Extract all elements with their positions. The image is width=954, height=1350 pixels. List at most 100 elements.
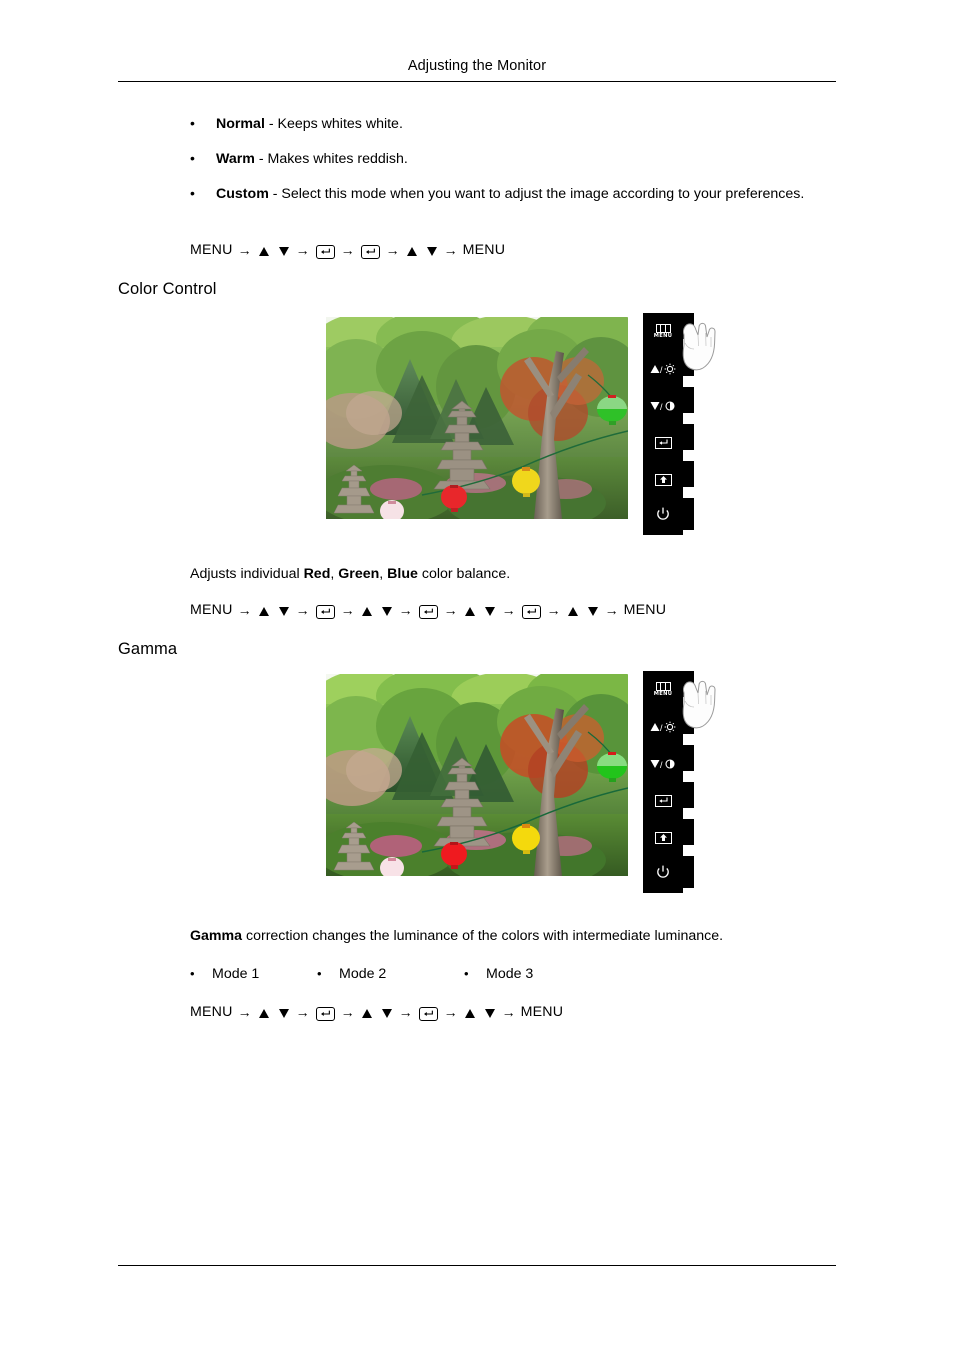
bullet-marker: • <box>464 966 469 981</box>
right-arrow-icon: → <box>398 602 413 618</box>
right-arrow-icon: → <box>398 1004 413 1020</box>
right-arrow-icon: → <box>340 602 355 618</box>
mode-label: Mode 2 <box>339 966 387 982</box>
right-arrow-icon: → <box>295 602 310 618</box>
up-triangle-icon <box>406 246 417 256</box>
down-contrast-icon: / <box>650 758 676 770</box>
menu-path-end-label: MENU <box>520 1004 564 1020</box>
bullet-content: Normal - Keeps whites white. <box>216 114 840 135</box>
bullet-marker: • <box>190 966 195 981</box>
panel-notch <box>683 745 694 771</box>
bullet-content: Warm - Makes whites reddish. <box>216 149 840 170</box>
panel-button-power[interactable] <box>643 498 683 535</box>
down-triangle-icon <box>278 1008 289 1018</box>
color-control-description: Adjusts individual Red, Green, Blue colo… <box>190 566 511 582</box>
down-triangle-icon <box>426 246 437 256</box>
panel-button-enter[interactable] <box>643 424 683 461</box>
power-icon <box>655 864 671 885</box>
garden-scene-illustration <box>326 674 628 876</box>
mode-label: Mode 1 <box>212 966 260 982</box>
gamma-mode-list: • Mode 1 • Mode 2 • Mode 3 <box>190 966 533 982</box>
right-arrow-icon: → <box>237 242 252 258</box>
header-rule <box>118 81 836 82</box>
right-arrow-icon: → <box>340 242 355 258</box>
enter-icon <box>360 245 380 259</box>
right-arrow-icon: → <box>340 1004 355 1020</box>
svg-text:/: / <box>660 760 663 770</box>
panel-notch <box>683 424 694 450</box>
monitor-screen-photo <box>326 317 628 519</box>
panel-notch <box>683 856 694 888</box>
right-arrow-icon: → <box>237 1004 252 1020</box>
panel-button-power[interactable] <box>643 856 683 893</box>
mode-label: Mode 3 <box>486 966 534 982</box>
down-triangle-icon <box>381 606 392 616</box>
right-arrow-icon: → <box>295 242 310 258</box>
menu-path-start-label: MENU <box>190 242 233 258</box>
enter-icon <box>315 1007 335 1021</box>
list-item: • Mode 1 <box>190 966 317 982</box>
section-heading-gamma: Gamma <box>118 640 178 658</box>
up-triangle-icon <box>258 606 269 616</box>
list-item: • Warm - Makes whites reddish. <box>190 149 840 170</box>
svg-text:/: / <box>660 402 663 412</box>
enter-icon <box>654 436 672 449</box>
right-arrow-icon: → <box>443 1004 458 1020</box>
up-triangle-icon <box>258 246 269 256</box>
list-item: • Mode 2 <box>317 966 464 982</box>
up-triangle-icon <box>361 606 372 616</box>
enter-icon <box>654 794 672 807</box>
up-triangle-icon <box>464 1008 475 1018</box>
svg-text:/: / <box>660 365 663 375</box>
garden-scene-illustration <box>326 317 628 519</box>
panel-button-enter[interactable] <box>643 782 683 819</box>
term-description: - Select this mode when you want to adju… <box>268 186 805 202</box>
up-triangle-icon <box>464 606 475 616</box>
right-arrow-icon: → <box>237 602 252 618</box>
panel-notch <box>683 782 694 808</box>
up-brightness-icon: / <box>650 363 676 375</box>
panel-button-source[interactable] <box>643 461 683 498</box>
menu-path-start-label: MENU <box>190 1004 233 1020</box>
list-item: • Normal - Keeps whites white. <box>190 114 840 135</box>
right-arrow-icon: → <box>385 242 400 258</box>
bullet-marker: • <box>190 115 195 131</box>
panel-notch <box>683 819 694 845</box>
list-item: • Custom - Select this mode when you wan… <box>190 184 850 205</box>
bullet-marker: • <box>190 150 195 166</box>
down-triangle-icon <box>381 1008 392 1018</box>
pointing-hand-cursor <box>676 313 722 375</box>
document-page: Adjusting the Monitor • Normal - Keeps w… <box>0 0 954 1350</box>
footer-rule <box>118 1265 836 1266</box>
panel-button-contrast[interactable]: / <box>643 745 683 782</box>
section-heading-color-control: Color Control <box>118 280 217 298</box>
gamma-description: Gamma correction changes the luminance o… <box>190 928 724 944</box>
down-triangle-icon <box>484 1008 495 1018</box>
menu-path-color-control: MENU → → → → → → → → MENU <box>190 602 666 619</box>
right-arrow-icon: → <box>443 242 458 258</box>
menu-path-gamma: MENU → → → → → → MENU <box>190 1004 564 1021</box>
page-header-title: Adjusting the Monitor <box>407 58 547 74</box>
term-description: - Keeps whites white. <box>264 116 403 132</box>
source-icon <box>654 473 672 486</box>
down-triangle-icon <box>587 606 598 616</box>
bullet-marker: • <box>190 185 195 201</box>
panel-notch <box>683 498 694 530</box>
bullet-content: Custom - Select this mode when you want … <box>216 184 850 205</box>
menu-path-end-label: MENU <box>462 242 506 258</box>
right-arrow-icon: → <box>443 602 458 618</box>
panel-button-contrast[interactable]: / <box>643 387 683 424</box>
up-brightness-icon: / <box>650 721 676 733</box>
menu-bars-icon: MENU <box>654 323 672 339</box>
power-icon <box>655 506 671 527</box>
svg-text:/: / <box>660 723 663 733</box>
right-arrow-icon: → <box>501 1004 516 1020</box>
up-triangle-icon <box>258 1008 269 1018</box>
bullet-marker: • <box>317 966 322 981</box>
term-label: Custom <box>216 186 269 202</box>
enter-icon <box>418 1007 438 1021</box>
pointing-hand-cursor <box>676 671 722 733</box>
right-arrow-icon: → <box>546 602 561 618</box>
term-description: - Makes whites reddish. <box>254 151 408 167</box>
panel-button-source[interactable] <box>643 819 683 856</box>
